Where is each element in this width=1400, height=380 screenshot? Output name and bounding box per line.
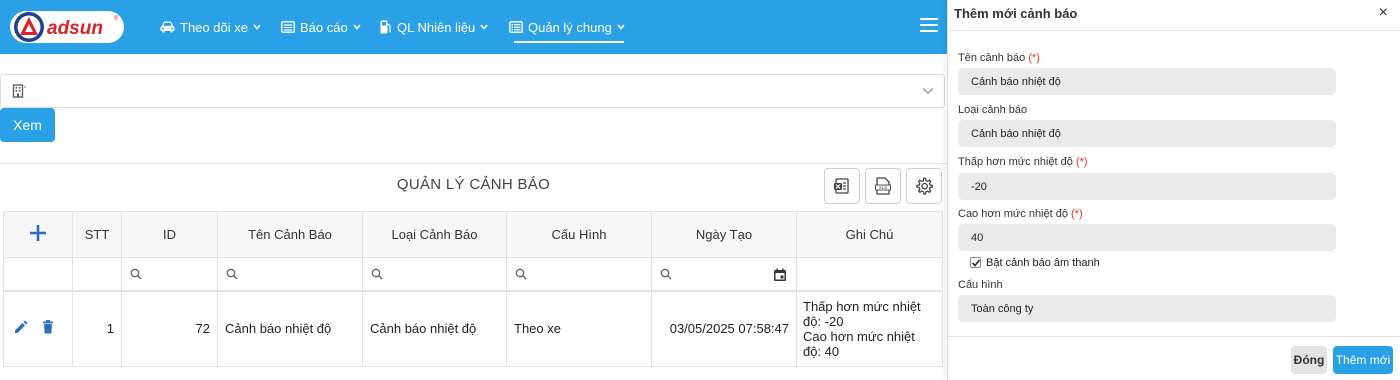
column-header-stt[interactable]: STT — [72, 211, 122, 258]
export-excel-button[interactable] — [824, 168, 860, 204]
id-filter-input[interactable] — [121, 257, 218, 291]
export-xls-button[interactable]: XLS — [865, 168, 901, 204]
cell-stt: 1 — [72, 290, 122, 367]
edit-icon[interactable] — [14, 320, 28, 337]
created-date-filter-input[interactable] — [651, 257, 797, 291]
report-icon — [281, 21, 295, 33]
add-row-button[interactable] — [3, 211, 73, 258]
drawer-header: Thêm mới cảnh báo × — [948, 0, 1400, 31]
list-icon — [509, 21, 523, 33]
required-mark: (*) — [1071, 208, 1083, 220]
alert-type-filter-input[interactable] — [362, 257, 507, 291]
search-icon — [515, 268, 527, 280]
config-label: Cấu hình — [958, 279, 1003, 291]
close-icon[interactable]: × — [1379, 4, 1388, 22]
table-header-row: STT ID Tên Cảnh Báo Loại Cảnh Báo Cấu Hì… — [3, 211, 943, 258]
chevron-down-icon — [922, 87, 934, 94]
section-divider — [0, 163, 947, 164]
adsun-logo[interactable]: adsun ® — [10, 8, 126, 46]
low-temp-label: Thấp hơn mức nhiệt độ (*) — [958, 156, 1088, 168]
building-icon — [12, 84, 26, 98]
nav-label-reports: Báo cáo — [300, 19, 348, 35]
nav-label-fuel: QL Nhiên liệu — [397, 19, 476, 35]
cell-alert-name: Cảnh báo nhiệt độ — [217, 290, 363, 367]
chevron-down-icon — [253, 24, 261, 30]
chevron-down-icon — [353, 24, 361, 30]
low-temp-label-text: Thấp hơn mức nhiệt độ — [958, 156, 1073, 168]
fuel-pump-icon — [380, 20, 392, 34]
high-temp-label: Cao hơn mức nhiệt độ (*) — [958, 208, 1083, 220]
config-select[interactable]: Toàn công ty — [958, 295, 1336, 322]
calendar-icon[interactable] — [773, 268, 787, 282]
cell-alert-type: Cảnh báo nhiệt độ — [362, 290, 507, 367]
alert-name-field[interactable]: Cảnh báo nhiệt độ — [958, 68, 1336, 95]
alert-type-select[interactable]: Cảnh báo nhiệt độ — [958, 120, 1336, 147]
nav-label-general-management: Quản lý chung — [528, 19, 612, 35]
top-navbar: adsun ® Theo dõi xe Báo cáo QL Nhiên liệ… — [0, 0, 947, 54]
filter-cell-empty — [72, 257, 122, 291]
cell-id: 72 — [121, 290, 218, 367]
view-button[interactable]: Xem — [0, 108, 55, 142]
nav-item-general-management[interactable]: Quản lý chung — [509, 17, 625, 37]
plus-icon — [30, 225, 46, 241]
search-icon — [226, 268, 238, 280]
car-icon — [160, 21, 175, 33]
drawer-footer-divider — [948, 336, 1400, 337]
cell-config: Theo xe — [506, 290, 652, 367]
checkmark-icon — [971, 259, 981, 267]
alerts-table: STT ID Tên Cảnh Báo Loại Cảnh Báo Cấu Hì… — [3, 211, 943, 367]
column-header-id[interactable]: ID — [121, 211, 218, 258]
column-header-alert-type[interactable]: Loại Cảnh Báo — [362, 211, 507, 258]
add-new-button[interactable]: Thêm mới — [1333, 346, 1393, 374]
search-icon — [660, 268, 672, 280]
column-header-created[interactable]: Ngày Tạo — [651, 211, 797, 258]
gear-icon — [916, 177, 933, 195]
row-actions — [3, 290, 73, 367]
column-header-config[interactable]: Cấu Hình — [506, 211, 652, 258]
nav-item-fuel[interactable]: QL Nhiên liệu — [380, 17, 488, 37]
main-app: adsun ® Theo dõi xe Báo cáo QL Nhiên liệ… — [0, 0, 947, 380]
alert-name-filter-input[interactable] — [217, 257, 363, 291]
note-filter-input[interactable] — [796, 257, 943, 291]
logo-text: adsun — [47, 18, 103, 39]
nav-label-vehicle-tracking: Theo dõi xe — [180, 19, 248, 35]
close-button[interactable]: Đóng — [1291, 346, 1327, 374]
delete-icon[interactable] — [42, 320, 54, 337]
alert-name-label-text: Tên cảnh báo — [958, 52, 1026, 64]
required-mark: (*) — [1028, 52, 1040, 64]
page-title: QUẢN LÝ CẢNH BÁO — [396, 176, 551, 193]
table-row: 1 72 Cảnh báo nhiệt độ Cảnh báo nhiệt độ… — [3, 290, 943, 367]
high-temp-label-text: Cao hơn mức nhiệt độ — [958, 208, 1068, 220]
chevron-down-icon — [480, 24, 488, 30]
drawer-title: Thêm mới cảnh báo — [954, 6, 1078, 21]
nav-item-vehicle-tracking[interactable]: Theo dõi xe — [160, 17, 261, 37]
svg-text:XLS: XLS — [879, 185, 888, 190]
required-mark: (*) — [1075, 156, 1088, 168]
table-filter-row — [3, 257, 943, 291]
company-select[interactable] — [0, 74, 945, 108]
xls-file-icon: XLS — [875, 177, 891, 195]
filter-cell-empty — [3, 257, 73, 291]
nav-active-indicator — [514, 41, 624, 43]
config-filter-input[interactable] — [506, 257, 652, 291]
nav-item-reports[interactable]: Báo cáo — [281, 17, 361, 37]
search-icon — [130, 268, 142, 280]
chevron-down-icon — [617, 24, 625, 30]
search-icon — [371, 268, 383, 280]
table-settings-button[interactable] — [906, 168, 942, 204]
excel-export-icon — [834, 178, 849, 194]
low-temp-field[interactable]: -20 — [958, 173, 1336, 200]
cell-created-date: 03/05/2025 07:58:47 — [651, 290, 797, 367]
column-header-note[interactable]: Ghi Chú — [796, 211, 943, 258]
svg-text:®: ® — [114, 15, 119, 22]
high-temp-field[interactable]: 40 — [958, 224, 1336, 251]
alert-type-label: Loại cảnh báo — [958, 104, 1028, 116]
menu-icon[interactable] — [920, 18, 938, 34]
sound-alert-label[interactable]: Bật cảnh báo âm thanh — [986, 257, 1100, 269]
add-alert-drawer: Thêm mới cảnh báo × Tên cảnh báo (*) Cản… — [947, 0, 1400, 380]
alert-name-label: Tên cảnh báo (*) — [958, 52, 1040, 64]
cell-note: Thấp hơn mức nhiệt độ: -20 Cao hơn mức n… — [796, 290, 943, 367]
sound-alert-checkbox[interactable] — [970, 257, 981, 268]
column-header-alert-name[interactable]: Tên Cảnh Báo — [217, 211, 363, 258]
